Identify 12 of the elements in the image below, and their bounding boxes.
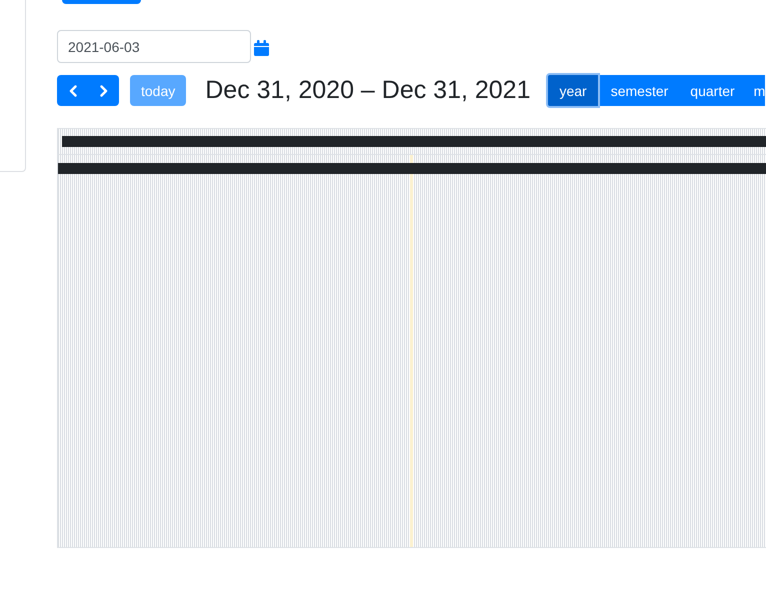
view-tab[interactable]: quarter	[679, 75, 746, 106]
view-tab[interactable]: year	[546, 73, 600, 108]
previous-button[interactable]	[57, 75, 88, 106]
date-input[interactable]: 2021-06-03	[57, 30, 251, 63]
chevron-right-icon	[100, 84, 108, 96]
calendar-icon[interactable]	[254, 40, 269, 56]
view-tab[interactable]: m	[746, 75, 766, 106]
primary-button[interactable]	[62, 0, 141, 4]
view-tab[interactable]: semester	[600, 75, 680, 106]
next-button[interactable]	[88, 75, 119, 106]
date-range-title: Dec 31, 2020 – Dec 31, 2021	[205, 75, 530, 106]
chevron-left-icon	[68, 84, 76, 96]
